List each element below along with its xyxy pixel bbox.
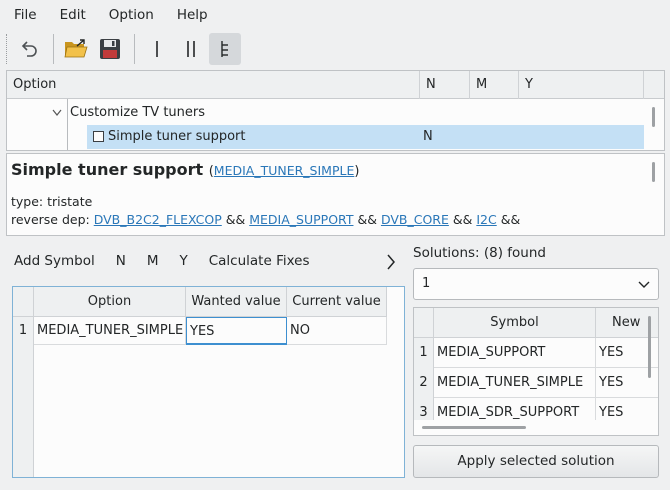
calculate-fixes-button[interactable]: Calculate Fixes [209,253,310,269]
set-y-button[interactable]: Y [179,253,187,269]
chevron-right-icon [387,254,395,270]
col-header-wanted[interactable]: Wanted value [186,287,287,317]
solution-select[interactable]: 1 [413,268,659,300]
apply-solution-button[interactable]: Apply selected solution [413,445,659,478]
solution-table[interactable]: Symbol New 1 MEDIA_SUPPORT YES 2 MEDIA_T… [413,307,659,436]
table-corner [13,287,34,317]
tree-guide-line [67,99,68,150]
open-button[interactable] [60,33,92,65]
full-view-icon [221,41,228,57]
tree-header: Option N M Y [7,71,664,99]
info-revdep: reverse dep: DVB_B2C2_FLEXCOP && MEDIA_S… [11,211,660,229]
split-view-icon [187,41,195,57]
tree-row-label: Simple tuner support [108,129,246,144]
tree-header-n[interactable]: N [420,71,470,99]
option-tree[interactable]: Option N M Y Customize TV tuners Simple … [6,70,665,151]
tree-row-selected[interactable]: Simple tuner support N [87,125,644,149]
row-number: 1 [414,338,434,368]
single-view-icon [156,41,158,57]
row-number-filler [13,345,34,477]
info-symbol-link[interactable]: MEDIA_TUNER_SIMPLE [214,163,355,178]
menu-option[interactable]: Option [95,0,163,30]
info-title: Simple tuner support [11,160,204,179]
info-type: type: tristate [11,194,93,209]
solutions-label: Solutions: (8) found [413,245,546,261]
undo-button[interactable] [13,33,45,65]
tree-header-option[interactable]: Option [7,71,420,99]
table-corner [414,308,434,338]
vertical-scrollbar[interactable] [648,316,651,378]
save-button[interactable] [94,33,126,65]
cell-current[interactable]: NO [287,317,387,345]
revdep-sep: && [225,212,246,227]
info-scrollbar[interactable] [652,162,655,182]
toolbar [6,30,243,68]
tree-header-y[interactable]: Y [519,71,644,99]
checkbox[interactable] [93,131,104,142]
revdep-sep: && [500,212,521,227]
menu-help[interactable]: Help [163,0,217,30]
tree-row[interactable]: Customize TV tuners [7,101,664,125]
tree-header-m[interactable]: M [470,71,519,99]
col-header-option[interactable]: Option [34,287,186,317]
col-header-current[interactable]: Current value [287,287,387,317]
revdep-link[interactable]: MEDIA_SUPPORT [249,212,353,227]
toolbar-grip[interactable] [6,34,9,64]
revdep-sep: && [452,212,473,227]
save-icon [100,39,120,59]
col-header-symbol[interactable]: Symbol [434,308,596,338]
tree-row-label: Customize TV tuners [70,105,206,120]
row-number: 1 [13,317,34,345]
row-number: 2 [414,368,434,398]
revdep-link[interactable]: DVB_CORE [381,212,449,227]
open-folder-icon [64,39,88,58]
expand-arrow-icon[interactable] [51,101,63,134]
conflicts-table[interactable]: Option Wanted value Current value 1 MEDI… [12,286,405,478]
menu-file[interactable]: File [0,0,46,30]
info-panel: Simple tuner support (MEDIA_TUNER_SIMPLE… [6,153,665,236]
info-title-line: Simple tuner support (MEDIA_TUNER_SIMPLE… [11,160,660,179]
revdep-link[interactable]: I2C [476,212,496,227]
cell-wanted[interactable]: YES [186,317,287,345]
tree-scrollbar[interactable] [652,107,655,127]
split-view-button[interactable] [175,33,207,65]
revdep-sep: && [357,212,377,227]
single-view-button[interactable] [141,33,173,65]
cell-symbol[interactable]: MEDIA_SUPPORT [434,338,596,368]
cell-option[interactable]: MEDIA_TUNER_SIMPLE [34,317,186,345]
undo-icon [21,41,37,57]
menu-edit[interactable]: Edit [46,0,95,30]
toolbar-separator [134,34,135,64]
revdep-link[interactable]: DVB_B2C2_FLEXCOP [94,212,222,227]
fix-toolbar: Add Symbol N M Y Calculate Fixes [14,250,331,272]
revdep-label: reverse dep: [11,212,90,227]
cell-symbol[interactable]: MEDIA_TUNER_SIMPLE [434,368,596,398]
horizontal-scrollbar[interactable] [422,426,526,429]
menubar: File Edit Option Help [0,0,670,30]
info-symbol-wrap: (MEDIA_TUNER_SIMPLE) [208,163,360,179]
full-view-button[interactable] [209,33,241,65]
set-m-button[interactable]: M [147,253,159,269]
add-symbol-button[interactable]: Add Symbol [14,253,95,269]
chevron-down-icon [638,281,650,288]
set-n-button[interactable]: N [116,253,126,269]
toolbar-separator [53,34,54,64]
toggle-solutions-button[interactable] [385,253,397,275]
tree-row-n-value: N [423,129,433,144]
solution-select-value: 1 [422,276,431,291]
